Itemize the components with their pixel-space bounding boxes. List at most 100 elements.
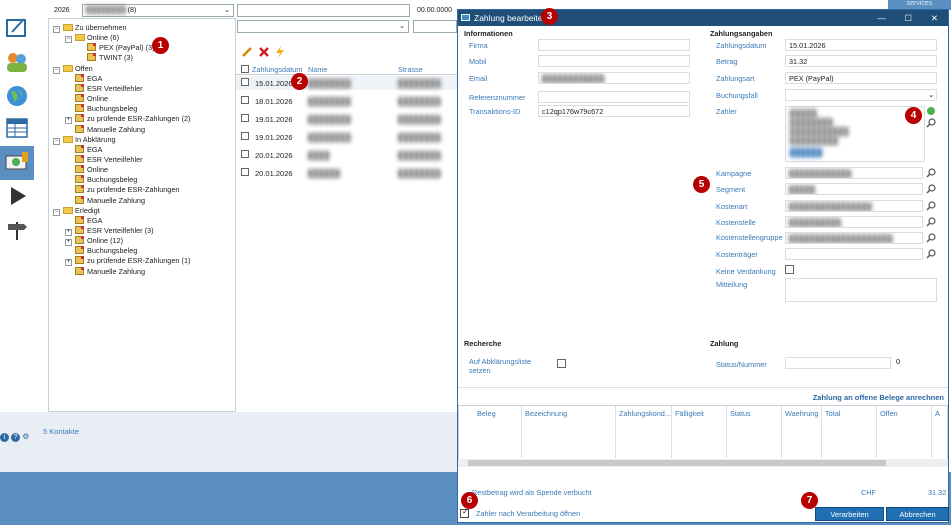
tree-node[interactable]: EGA — [65, 144, 102, 154]
select-all-checkbox[interactable] — [241, 65, 249, 73]
expand-toggle-icon[interactable]: − — [53, 66, 60, 74]
maximize-icon[interactable]: ☐ — [904, 10, 912, 26]
tree-node[interactable]: − Online (6) — [65, 33, 119, 44]
lookup-field[interactable]: ████████████████████ — [785, 232, 923, 244]
grid-column-header[interactable]: Bezeichnung — [525, 409, 567, 418]
tree-node[interactable]: − In Abklärung — [53, 135, 116, 145]
row-checkbox[interactable] — [241, 96, 249, 104]
tree-node[interactable]: ESR Verteilfehler — [65, 154, 143, 164]
tree-node[interactable]: Online — [65, 94, 108, 103]
globe-icon[interactable] — [5, 84, 29, 108]
list-filter-2[interactable] — [413, 20, 457, 33]
tree-node[interactable]: Buchungsbeleg — [65, 104, 137, 113]
search-icon[interactable] — [926, 233, 936, 243]
open-after-checkbox[interactable]: ✓ — [460, 507, 469, 518]
comment-field[interactable] — [785, 278, 937, 302]
col-name[interactable]: Name — [308, 65, 327, 74]
tree-node[interactable]: EGA — [65, 73, 102, 83]
play-icon[interactable] — [5, 184, 29, 208]
search-icon[interactable] — [926, 168, 936, 178]
table-row[interactable]: 18.01.2026 ████████ ████████ — [236, 94, 458, 108]
table-row[interactable]: 20.01.2026 ██████ ████████ — [236, 166, 458, 180]
tree-node[interactable]: PEX (PayPal) (3) — [77, 43, 155, 52]
payment-field-input[interactable]: PEX (PayPal) — [785, 72, 937, 84]
info-field-input[interactable]: c12qp176w79c672 — [538, 105, 690, 117]
tree-node[interactable]: Manuelle Zahlung — [65, 195, 145, 205]
tree-node[interactable]: + zu prüfende ESR-Zahlungen (2) — [65, 114, 190, 125]
add-person-icon[interactable] — [926, 106, 936, 116]
table-row[interactable]: 20.01.2026 ████ ████████ — [236, 148, 458, 162]
lookup-field[interactable]: ████████████████ — [785, 200, 923, 212]
table-row[interactable]: 19.01.2026 ████████ ████████ — [236, 130, 458, 144]
tree-node[interactable]: TWINT (3) — [77, 53, 133, 62]
tree-node[interactable]: EGA — [65, 215, 102, 225]
expand-toggle-icon[interactable]: + — [65, 239, 72, 247]
tree-node[interactable]: ESR Verteilfehler — [65, 83, 143, 93]
search-field[interactable] — [237, 4, 410, 17]
search-icon[interactable] — [926, 217, 936, 227]
info-field-input[interactable] — [538, 91, 690, 103]
settings-icon[interactable]: ⚙ — [22, 432, 31, 441]
close-icon[interactable]: ✕ — [931, 10, 938, 26]
notes-icon[interactable] — [5, 16, 29, 40]
row-checkbox[interactable] — [241, 168, 249, 176]
table-icon[interactable] — [5, 116, 29, 140]
search-icon[interactable] — [926, 184, 936, 194]
tree-node[interactable]: Online — [65, 165, 108, 174]
payment-field-input[interactable]: 31.32 — [785, 55, 937, 67]
grid-column-header[interactable]: Offen — [880, 409, 898, 418]
col-strasse[interactable]: Strasse — [398, 65, 423, 74]
col-zahlungsdatum[interactable]: Zahlungsdatum — [252, 65, 302, 74]
assign-link[interactable]: Zahlung an offene Belege anrechnen — [813, 393, 944, 402]
row-checkbox[interactable] — [241, 132, 249, 140]
minimize-icon[interactable]: — — [878, 10, 887, 26]
lookup-field[interactable]: █████ — [785, 183, 923, 195]
table-row[interactable]: 15.01.2026 ████████ ████████ — [236, 76, 458, 90]
research-checkbox[interactable] — [557, 359, 566, 368]
row-checkbox[interactable] — [241, 114, 249, 122]
scrollbar-thumb[interactable] — [468, 460, 886, 466]
lookup-field[interactable]: ████████████ — [785, 167, 923, 179]
table-row[interactable]: 19.01.2026 ████████ ████████ — [236, 112, 458, 126]
expand-toggle-icon[interactable]: − — [53, 208, 60, 216]
search-icon[interactable] — [926, 201, 936, 211]
tree-node[interactable]: + Online (12) — [65, 236, 123, 247]
lookup-field[interactable]: ██████████ — [785, 216, 923, 228]
lookup-field[interactable] — [785, 248, 923, 260]
cancel-button[interactable]: Abbrechen — [886, 507, 949, 521]
help-icon[interactable]: ? — [11, 433, 21, 442]
grid-column-header[interactable]: Beleg — [477, 409, 496, 418]
search-icon[interactable] — [926, 249, 936, 259]
tree-node[interactable]: Buchungsbeleg — [65, 175, 137, 184]
grid-column-header[interactable]: Total — [825, 409, 840, 418]
filter-dropdown[interactable]: ████████ (8) ⌄ — [82, 4, 234, 17]
expand-toggle-icon[interactable]: + — [65, 229, 72, 236]
signpost-icon[interactable] — [5, 218, 29, 242]
expand-toggle-icon[interactable]: + — [65, 117, 72, 125]
amount-field[interactable]: 00.00.0000 — [413, 4, 455, 17]
payment-field-input[interactable]: 15.01.2026 — [785, 39, 937, 51]
tree-node[interactable]: − Erledigt — [53, 206, 100, 216]
horizontal-scrollbar[interactable] — [458, 459, 948, 467]
row-checkbox[interactable] — [241, 78, 249, 86]
expand-toggle-icon[interactable]: − — [53, 26, 60, 33]
payment-field-input[interactable] — [785, 89, 937, 101]
list-filter-dropdown[interactable]: ⌄ — [237, 20, 409, 33]
grid-column-header[interactable]: A — [935, 409, 940, 418]
payments-nav-active[interactable] — [0, 146, 34, 180]
grid-column-header[interactable]: Waehrung — [785, 409, 818, 418]
grid-column-header[interactable]: Status — [730, 409, 751, 418]
grid-column-header[interactable]: Fälligkeit — [675, 409, 704, 418]
tree-node[interactable]: zu prüfende ESR-Zahlungen — [65, 185, 180, 194]
tree-node[interactable]: + zu prüfende ESR-Zahlungen (1) — [65, 256, 190, 267]
row-checkbox[interactable] — [241, 150, 249, 158]
expand-toggle-icon[interactable]: + — [65, 259, 72, 267]
edit-icon[interactable] — [241, 46, 253, 60]
tree-node[interactable]: + ESR Verteilfehler (3) — [65, 226, 154, 236]
process-button[interactable]: Verarbeiten — [815, 507, 884, 521]
status-field[interactable] — [785, 357, 891, 369]
search-icon[interactable] — [926, 118, 936, 128]
expand-toggle-icon[interactable]: − — [53, 137, 60, 145]
delete-icon[interactable] — [258, 46, 270, 60]
expand-toggle-icon[interactable]: − — [65, 36, 72, 44]
